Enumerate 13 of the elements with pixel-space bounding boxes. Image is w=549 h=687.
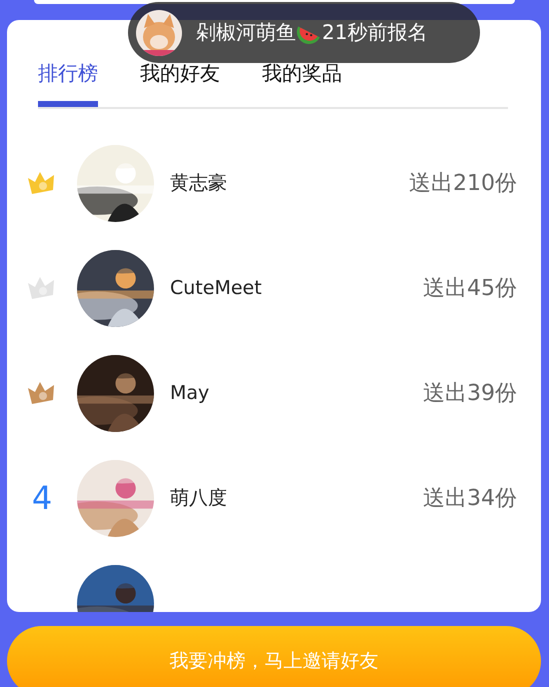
toast-name: 剁椒河萌鱼 xyxy=(196,19,296,46)
tab[interactable]: 我的好友 xyxy=(140,60,220,107)
gift-count: 送出45份 xyxy=(423,275,517,304)
tab[interactable]: 我的奖品 xyxy=(262,60,342,107)
toast-message: 21秒前报名 xyxy=(322,19,428,46)
rank-number: 4 xyxy=(32,479,52,518)
user-name: 萌八度 xyxy=(170,486,228,512)
user-name: May xyxy=(170,382,210,404)
gift-count: 送出39份 xyxy=(423,380,517,408)
user-name: CuteMeet xyxy=(170,277,263,300)
gift-count: 送出210份 xyxy=(409,170,517,198)
gift-count: 送出34份 xyxy=(423,485,517,514)
user-name: 黄志豪 xyxy=(170,171,228,196)
